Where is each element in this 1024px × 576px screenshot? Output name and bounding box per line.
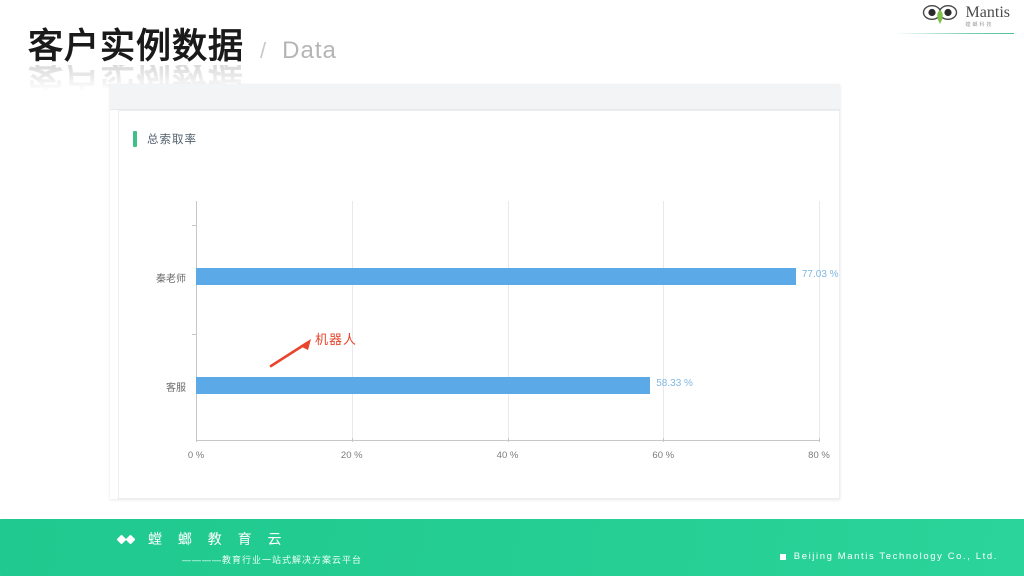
diamond-bullet-icon <box>116 534 136 545</box>
footer-company-name: Beijing Mantis Technology Co., Ltd. <box>793 551 998 562</box>
brand-logo: Mantis 螳螂科技 <box>921 4 1010 28</box>
mantis-head-icon <box>921 4 961 28</box>
x-axis-tick <box>507 438 509 442</box>
slide: Mantis 螳螂科技 客户实例数据 / Data 客户实例数据 总索取率 0 … <box>0 0 1024 576</box>
annotation-label: 机器人 <box>315 332 358 347</box>
brand-underline <box>894 33 1014 34</box>
title-row: 客户实例数据 / Data <box>28 27 337 67</box>
y-axis-tick <box>192 333 196 335</box>
square-bullet-icon <box>779 553 786 560</box>
page-title: 客户实例数据 / Data 客户实例数据 <box>28 27 337 90</box>
category-label: 客服 <box>166 383 186 395</box>
gridline <box>507 201 509 441</box>
bar-chart: 0 % 20 % 40 % 60 % 80 % 77.03 % 秦老师 58.33 % 客服 <box>119 181 841 481</box>
footer-bar: 螳 螂 教 育 云 ————教育行业一站式解决方案云平台 Beijing Man… <box>0 519 1024 576</box>
embedded-screenshot: 总索取率 0 % 20 % 40 % 60 % 80 % 77.03 % 秦老师 58.33 … <box>110 84 840 499</box>
footer-tagline: ————教育行业一站式解决方案云平台 <box>182 555 363 565</box>
gridline <box>819 201 820 441</box>
bar[interactable] <box>196 377 651 395</box>
x-axis-label: 20 % <box>340 450 363 461</box>
x-axis-tick <box>196 438 197 442</box>
app-toolbar <box>110 84 840 110</box>
arrow-up-right-icon <box>267 337 317 369</box>
category-label: 秦老师 <box>156 274 186 286</box>
footer-company: Beijing Mantis Technology Co., Ltd. <box>779 551 998 562</box>
x-axis-label: 40 % <box>496 450 519 461</box>
footer-brand: 螳 螂 教 育 云 ————教育行业一站式解决方案云平台 <box>116 529 363 566</box>
title-english: Data <box>282 37 337 64</box>
bar-value-label: 58.33 % <box>656 378 693 390</box>
title-separator: / <box>260 38 267 63</box>
chart-card: 总索取率 0 % 20 % 40 % 60 % 80 % 77.03 % 秦老师 58.33 … <box>118 110 840 499</box>
title-chinese: 客户实例数据 <box>28 27 245 66</box>
chart-card-title: 总索取率 <box>147 134 197 146</box>
y-axis-tick <box>192 224 196 226</box>
gridline <box>351 201 353 441</box>
bar[interactable] <box>196 268 796 286</box>
x-axis-label: 60 % <box>652 450 675 461</box>
x-axis-tick <box>351 438 353 442</box>
gridline <box>663 201 665 441</box>
accent-bar-icon <box>133 131 137 147</box>
x-axis-tick <box>819 438 820 442</box>
y-axis <box>196 201 197 441</box>
brand-name: Mantis <box>965 3 1010 21</box>
brand-text: Mantis 螳螂科技 <box>965 3 1010 28</box>
x-axis-label: 0 % <box>187 450 205 461</box>
chart-card-header: 总索取率 <box>133 131 197 147</box>
x-axis-tick <box>663 438 665 442</box>
footer-brand-name: 螳 螂 教 育 云 <box>148 531 288 547</box>
x-axis-label: 80 % <box>808 450 830 461</box>
brand-subtitle: 螳螂科技 <box>965 21 994 28</box>
bar-value-label: 77.03 % <box>801 269 839 281</box>
chart-plot-area: 0 % 20 % 40 % 60 % 80 % 77.03 % 秦老师 58.33 % 客服 <box>156 201 839 461</box>
